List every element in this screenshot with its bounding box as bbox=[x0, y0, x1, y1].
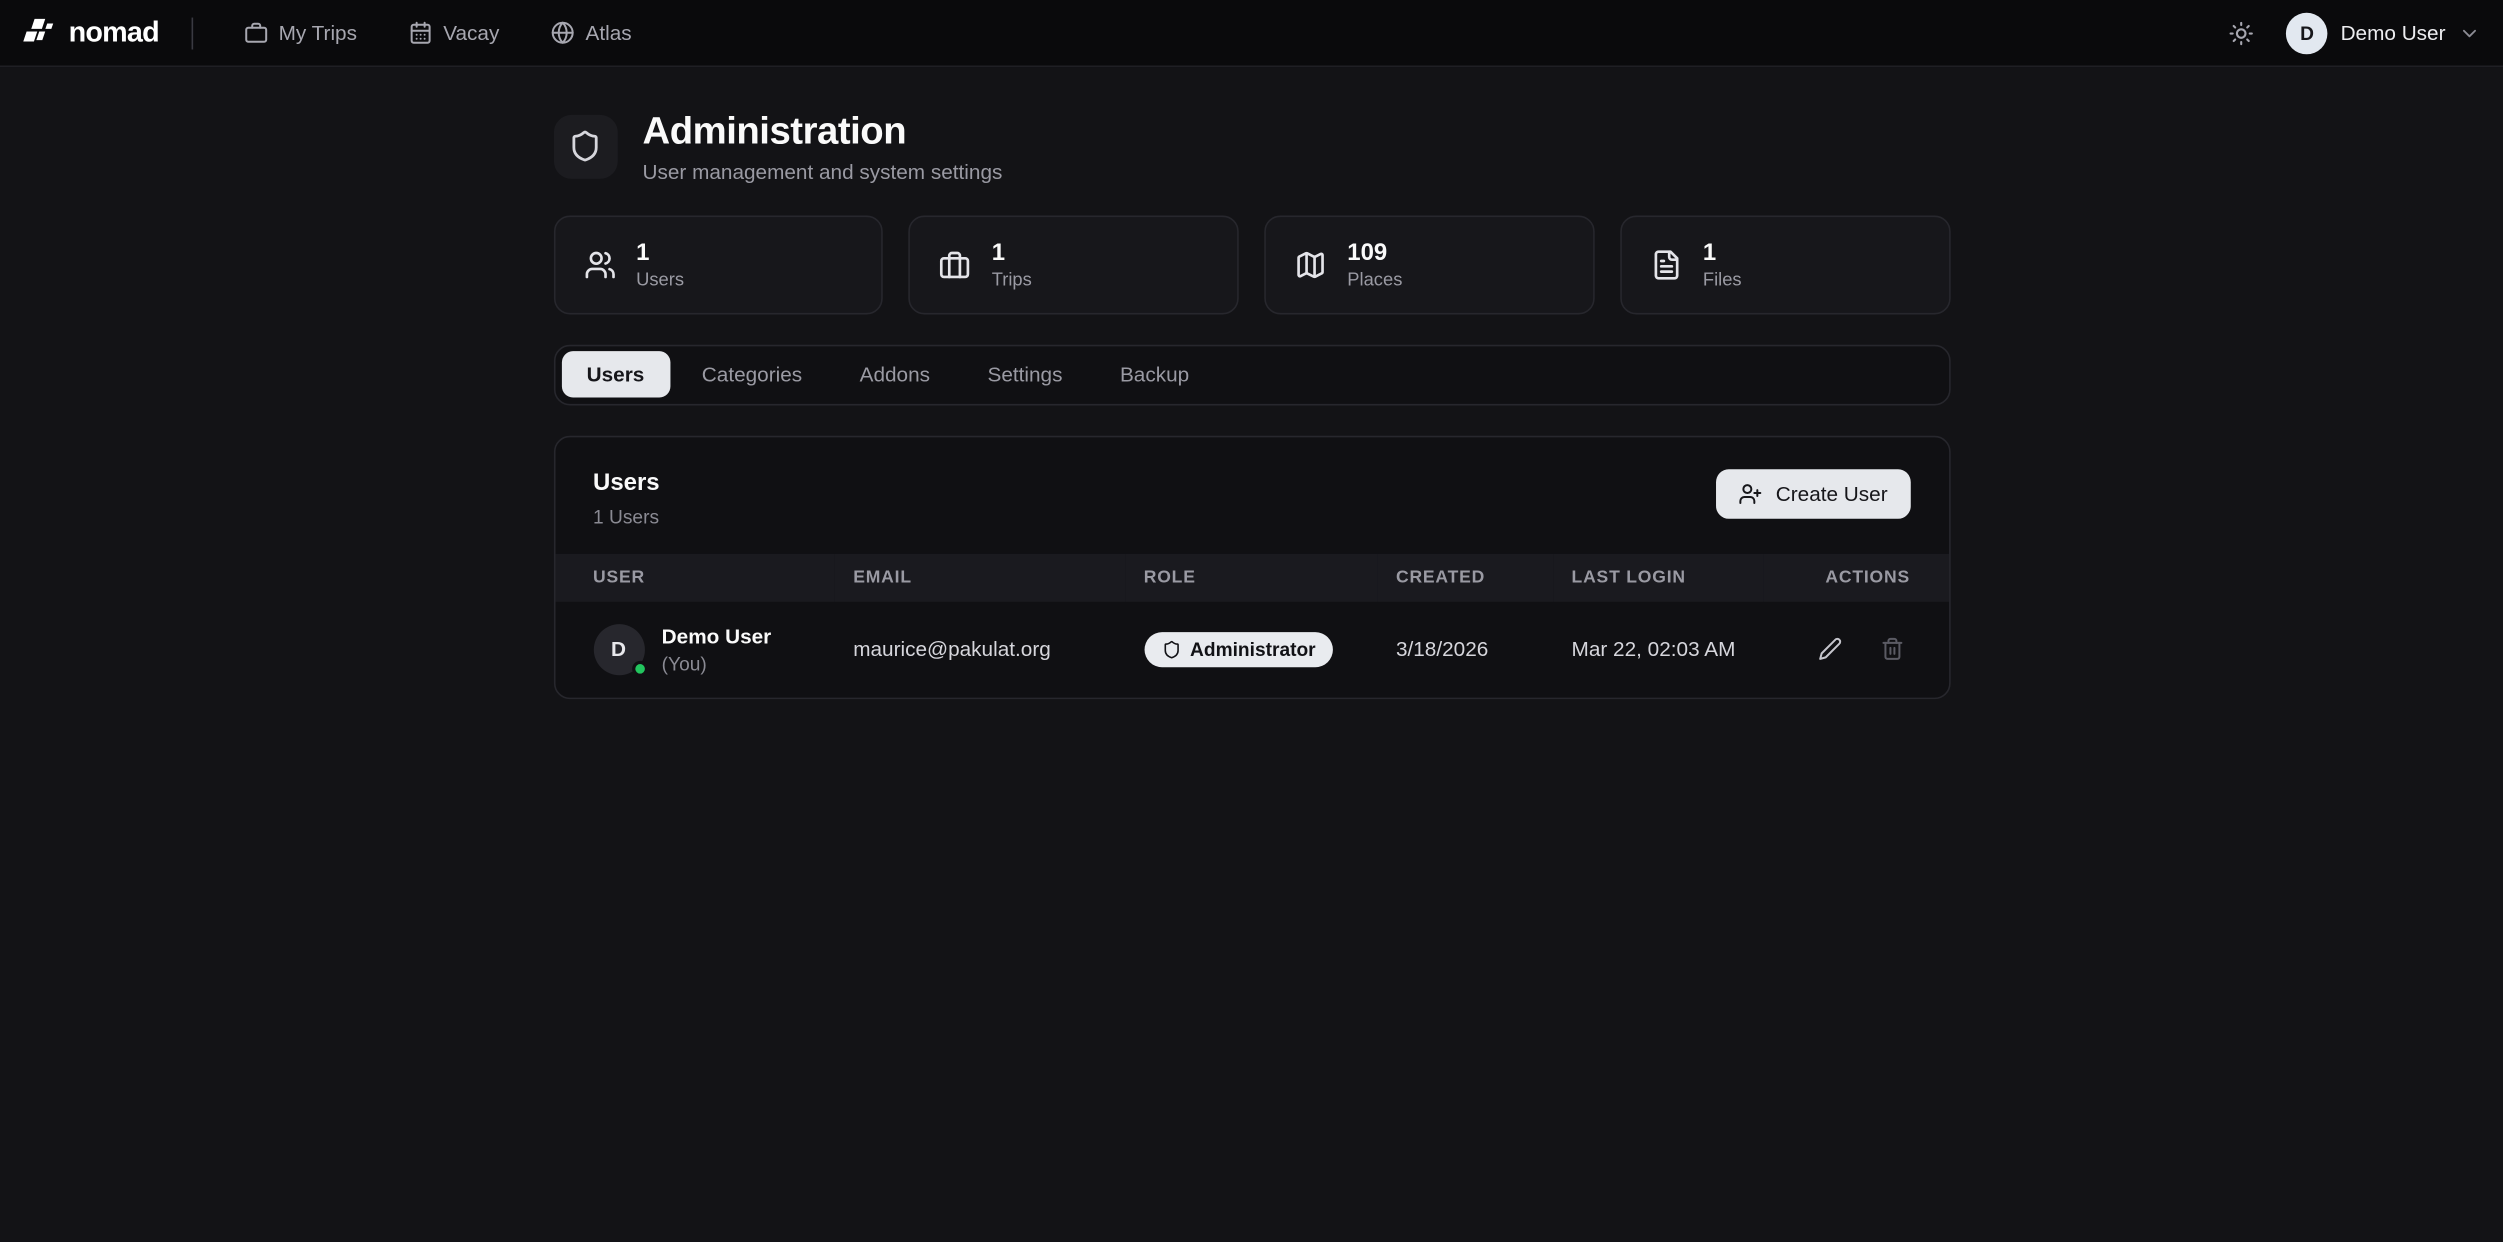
calendar-icon bbox=[408, 21, 432, 45]
users-panel-title: Users bbox=[593, 469, 660, 496]
brand-logo[interactable]: nomad bbox=[22, 16, 159, 50]
stat-label: Places bbox=[1347, 271, 1402, 290]
create-user-label: Create User bbox=[1776, 481, 1888, 505]
col-email: EMAIL bbox=[834, 553, 1125, 601]
stat-card-places: 109 Places bbox=[1264, 215, 1594, 314]
globe-icon bbox=[550, 21, 574, 45]
stat-card-files: 1 Files bbox=[1620, 215, 1950, 314]
last-login-cell: Mar 22, 02:03 AM bbox=[1552, 601, 1763, 697]
table-row: D Demo User (You) maurice@pakulat.org bbox=[555, 601, 1949, 697]
stat-text: 1 Trips bbox=[992, 239, 1032, 290]
admin-tabs: Users Categories Addons Settings Backup bbox=[553, 344, 1950, 405]
sun-icon bbox=[2229, 20, 2255, 46]
trash-icon bbox=[1880, 637, 1904, 661]
nav-item-label: Atlas bbox=[586, 21, 632, 45]
page-header-text: Administration User management and syste… bbox=[643, 110, 1003, 183]
role-badge: Administrator bbox=[1144, 631, 1333, 666]
edit-user-button[interactable] bbox=[1812, 631, 1849, 668]
tab-settings[interactable]: Settings bbox=[962, 351, 1088, 397]
page-subtitle: User management and system settings bbox=[643, 159, 1003, 183]
nomad-logo-icon bbox=[22, 17, 57, 49]
nav-right-cluster: D Demo User bbox=[2222, 12, 2480, 54]
email-cell: maurice@pakulat.org bbox=[834, 601, 1125, 697]
row-user-name: Demo User bbox=[662, 624, 772, 651]
avatar: D bbox=[2286, 12, 2328, 54]
map-icon bbox=[1295, 248, 1327, 280]
users-table: USER EMAIL ROLE CREATED LAST LOGIN ACTIO… bbox=[555, 553, 1949, 697]
nav-item-my-trips[interactable]: My Trips bbox=[224, 10, 376, 56]
col-user: USER bbox=[555, 553, 834, 601]
stat-text: 1 Users bbox=[636, 239, 684, 290]
stat-text: 1 Files bbox=[1703, 239, 1742, 290]
nav-item-atlas[interactable]: Atlas bbox=[531, 10, 651, 56]
stat-value: 1 bbox=[992, 239, 1032, 268]
actions-cell bbox=[1763, 601, 1948, 697]
main-content: Administration User management and syste… bbox=[553, 67, 1950, 698]
stat-label: Users bbox=[636, 271, 684, 290]
stats-row: 1 Users 1 Trips 109 Places bbox=[553, 215, 1950, 314]
avatar: D bbox=[593, 624, 644, 675]
shield-icon bbox=[553, 115, 617, 179]
top-navbar: nomad My Trips Vacay Atlas bbox=[0, 0, 2503, 67]
stat-label: Trips bbox=[992, 271, 1032, 290]
nav-divider bbox=[191, 17, 193, 49]
theme-toggle-button[interactable] bbox=[2222, 14, 2260, 52]
user-name-group: Demo User (You) bbox=[662, 624, 772, 675]
stat-value: 109 bbox=[1347, 239, 1402, 268]
nav-item-label: Vacay bbox=[443, 21, 499, 45]
brand-name: nomad bbox=[69, 16, 159, 50]
user-cell: D Demo User (You) bbox=[555, 601, 834, 697]
role-badge-label: Administrator bbox=[1190, 638, 1316, 660]
users-panel-header: Users 1 Users Create User bbox=[555, 437, 1949, 554]
stat-card-users: 1 Users bbox=[553, 215, 883, 314]
tab-addons[interactable]: Addons bbox=[834, 351, 955, 397]
stat-value: 1 bbox=[1703, 239, 1742, 268]
col-last-login: LAST LOGIN bbox=[1552, 553, 1763, 601]
col-role: ROLE bbox=[1125, 553, 1377, 601]
users-panel-title-group: Users 1 Users bbox=[593, 469, 660, 528]
stat-value: 1 bbox=[636, 239, 684, 268]
users-count: 1 Users bbox=[593, 505, 660, 527]
user-plus-icon bbox=[1739, 481, 1763, 505]
online-status-dot bbox=[631, 660, 647, 676]
tab-backup[interactable]: Backup bbox=[1094, 351, 1214, 397]
app-viewport: nomad My Trips Vacay Atlas bbox=[0, 0, 2503, 1242]
chevron-down-icon bbox=[2458, 22, 2480, 44]
col-actions: ACTIONS bbox=[1763, 553, 1948, 601]
nav-item-label: My Trips bbox=[279, 21, 357, 45]
role-cell: Administrator bbox=[1125, 601, 1377, 697]
shield-icon bbox=[1161, 639, 1180, 658]
file-text-icon bbox=[1650, 248, 1682, 280]
row-you-label: (You) bbox=[662, 652, 772, 674]
tab-categories[interactable]: Categories bbox=[676, 351, 827, 397]
col-created: CREATED bbox=[1377, 553, 1553, 601]
users-panel: Users 1 Users Create User USER EMAIL ROL… bbox=[553, 435, 1950, 698]
tab-users[interactable]: Users bbox=[561, 351, 670, 397]
pencil-icon bbox=[1818, 637, 1842, 661]
stat-label: Files bbox=[1703, 271, 1742, 290]
users-table-head: USER EMAIL ROLE CREATED LAST LOGIN ACTIO… bbox=[555, 553, 1949, 601]
page-header: Administration User management and syste… bbox=[553, 110, 1950, 183]
created-cell: 3/18/2026 bbox=[1377, 601, 1553, 697]
users-table-header-row: USER EMAIL ROLE CREATED LAST LOGIN ACTIO… bbox=[555, 553, 1949, 601]
briefcase-icon bbox=[243, 21, 267, 45]
user-name: Demo User bbox=[2341, 21, 2446, 45]
nav-item-vacay[interactable]: Vacay bbox=[389, 10, 519, 56]
user-menu[interactable]: D Demo User bbox=[2286, 12, 2480, 54]
delete-user-button[interactable] bbox=[1873, 631, 1910, 668]
users-icon bbox=[583, 248, 615, 280]
stat-text: 109 Places bbox=[1347, 239, 1402, 290]
page-title: Administration bbox=[643, 110, 1003, 154]
stat-card-trips: 1 Trips bbox=[909, 215, 1239, 314]
create-user-button[interactable]: Create User bbox=[1717, 469, 1910, 518]
primary-nav: My Trips Vacay Atlas bbox=[224, 10, 651, 56]
briefcase-icon bbox=[939, 248, 971, 280]
